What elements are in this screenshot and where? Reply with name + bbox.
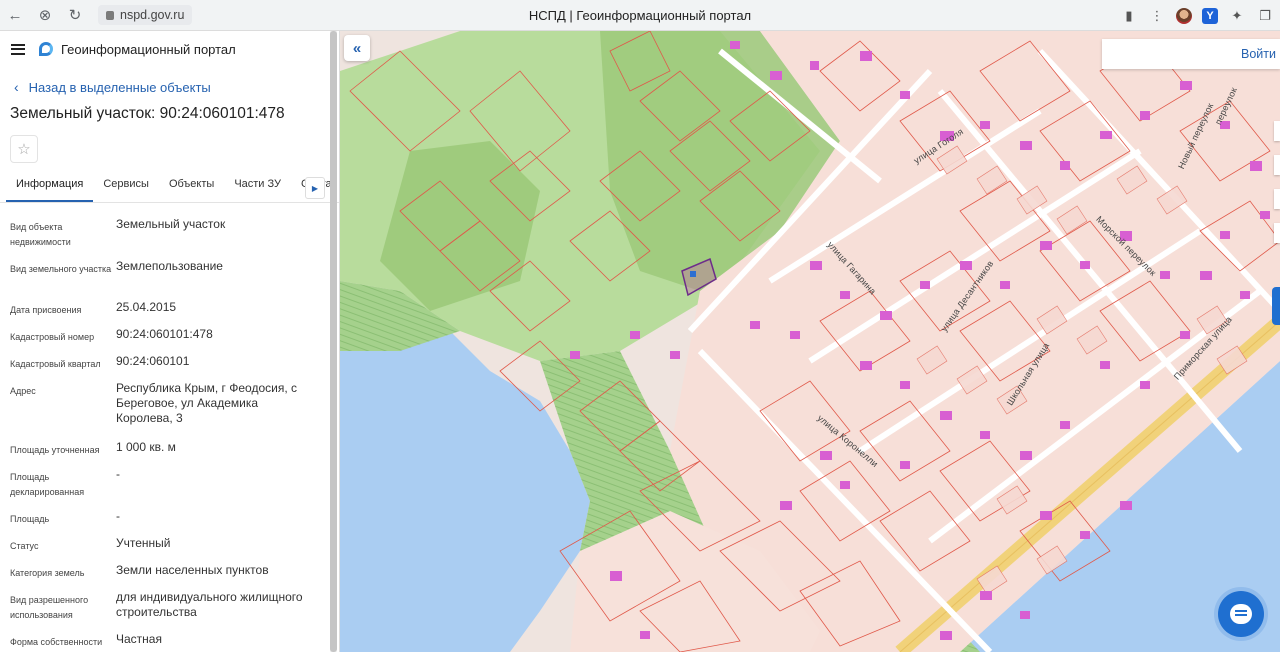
map-tool-button[interactable] [1274, 189, 1280, 209]
tabs-scroll-right-button[interactable]: ▶ [305, 177, 325, 199]
selected-parcel-building [690, 271, 696, 277]
profile-avatar[interactable] [1176, 7, 1192, 24]
property-value: 90:24:060101 [116, 354, 190, 368]
puzzle-icon[interactable]: ✦ [1228, 7, 1246, 25]
map-tool-button[interactable] [1274, 155, 1280, 175]
property-key: Площадь [10, 514, 50, 524]
login-area: Войти [1102, 39, 1280, 69]
reload-icon[interactable]: ↻ [60, 0, 90, 31]
property-key: Кадастровый квартал [10, 359, 101, 369]
panel-header: Геоинформационный портал [0, 31, 339, 67]
tab-information[interactable]: Информация [6, 173, 94, 202]
chat-button[interactable] [1218, 591, 1264, 637]
tab-objects[interactable]: Объекты [159, 173, 224, 202]
browser-toolbar: ← ⊗ ↻ nspd.gov.ru ▮ ⋮ Y ✦ ❐ [0, 0, 1280, 31]
property-key: Форма собственности [10, 637, 103, 647]
collapse-panel-button[interactable]: « [344, 35, 370, 61]
portal-name: Геоинформационный портал [61, 41, 236, 57]
map-tool-button[interactable] [1274, 121, 1280, 141]
panel-scrollbar[interactable] [330, 31, 337, 652]
property-row: Площадь уточненная 1 000 кв. м [0, 440, 339, 458]
portal-logo-icon [39, 42, 53, 56]
property-key: Статус [10, 541, 39, 551]
property-row: Категория земель Земли населенных пункто… [0, 563, 339, 581]
properties-list: Вид объекта недвижимости Земельный участ… [0, 217, 339, 650]
yandex-extension-icon[interactable]: Y [1202, 7, 1218, 24]
back-arrow-icon[interactable]: ← [0, 0, 30, 31]
login-button[interactable]: Войти [1241, 47, 1276, 61]
property-key: Категория земель [10, 568, 85, 578]
property-row: Адрес Республика Крым, г Феодосия, с Бер… [0, 381, 339, 431]
property-value: Республика Крым, г Феодосия, с Береговое… [116, 381, 298, 425]
back-to-selected-link[interactable]: ‹ Назад в выделенные объекты [0, 79, 339, 95]
address-bar[interactable]: nspd.gov.ru [98, 5, 193, 25]
chevron-left-icon: ‹ [14, 79, 19, 95]
property-key: Дата присвоения [10, 305, 82, 315]
tab-services[interactable]: Сервисы [93, 173, 159, 202]
property-value: - [116, 467, 120, 481]
property-row: Площадь декларированная - [0, 467, 339, 500]
property-row: Статус Учтенный [0, 536, 339, 554]
map-tool-button[interactable] [1274, 223, 1280, 243]
bookmark-icon[interactable]: ▮ [1120, 7, 1138, 25]
property-row: Форма собственности Частная [0, 632, 339, 650]
property-row: Кадастровый номер 90:24:060101:478 [0, 327, 339, 345]
property-key: Вид объекта недвижимости [10, 222, 71, 247]
property-key: Площадь уточненная [10, 445, 100, 455]
back-label: Назад в выделенные объекты [28, 79, 211, 95]
menu-icon[interactable] [11, 43, 25, 55]
property-key: Площадь декларированная [10, 472, 85, 497]
favorite-button[interactable]: ☆ [10, 135, 38, 163]
property-row: Вид объекта недвижимости Земельный участ… [0, 217, 339, 250]
property-value: 1 000 кв. м [116, 440, 176, 454]
chat-icon [1230, 604, 1252, 624]
property-value: 25.04.2015 [116, 300, 177, 314]
property-value: Земли населенных пунктов [116, 563, 269, 577]
property-value: - [116, 509, 120, 523]
ad-block-icon[interactable]: ⊗ [30, 0, 60, 31]
side-drawer-handle[interactable] [1272, 287, 1280, 325]
map-side-tools [1274, 121, 1280, 257]
tab-parts[interactable]: Части ЗУ [224, 173, 291, 202]
tab-manager-icon[interactable]: ❐ [1256, 7, 1274, 25]
property-key: Адрес [10, 386, 36, 396]
cadastral-map[interactable]: улица Гоголя улица Гагарина улица Десант… [340, 31, 1280, 652]
property-row: Дата присвоения 25.04.2015 [0, 300, 339, 318]
property-key: Вид земельного участка [10, 264, 112, 274]
scrollbar-thumb[interactable] [330, 31, 337, 652]
property-value: для индивидуального жилищного строительс… [116, 590, 303, 619]
property-value: Землепользование [116, 259, 223, 273]
more-icon[interactable]: ⋮ [1148, 7, 1166, 25]
extensions-area: ▮ ⋮ Y ✦ ❐ [1120, 0, 1274, 31]
object-title: Земельный участок: 90:24:060101:478 [10, 105, 285, 122]
property-row: Кадастровый квартал 90:24:060101 [0, 354, 339, 372]
property-row: Площадь - [0, 509, 339, 527]
property-value: Частная [116, 632, 162, 646]
property-key: Кадастровый номер [10, 332, 95, 342]
address-url: nspd.gov.ru [120, 8, 185, 22]
property-value: Земельный участок [116, 217, 226, 231]
star-icon: ☆ [17, 141, 31, 158]
property-key: Вид разрешенного использования [10, 595, 89, 620]
property-row: Вид разрешенного использования для индив… [0, 590, 339, 623]
property-value: Учтенный [116, 536, 171, 550]
object-info-panel: Геоинформационный портал ‹ Назад в выдел… [0, 31, 340, 652]
property-value: 90:24:060101:478 [116, 327, 213, 341]
lock-icon [106, 10, 114, 20]
map-canvas[interactable] [340, 31, 1280, 652]
property-row: Вид земельного участка Землепользование [0, 259, 339, 291]
object-tabs: Информация Сервисы Объекты Части ЗУ Сост… [0, 173, 339, 203]
